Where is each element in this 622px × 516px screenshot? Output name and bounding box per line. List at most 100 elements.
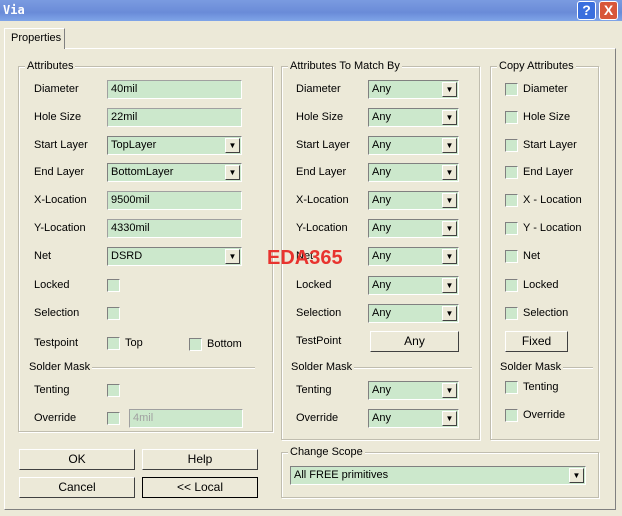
override-checkbox[interactable]	[107, 412, 120, 425]
copy-checkbox[interactable]	[505, 222, 518, 235]
chevron-down-icon[interactable]: ▼	[442, 411, 457, 426]
copy-label: X - Location	[523, 194, 582, 206]
chevron-down-icon[interactable]: ▼	[442, 383, 457, 398]
chevron-down-icon[interactable]: ▼	[442, 193, 457, 208]
select-value: DSRD	[111, 250, 143, 262]
testpoint-bottom-checkbox[interactable]	[189, 338, 202, 351]
copy-tenting-checkbox[interactable]	[505, 381, 518, 394]
select-value: TopLayer	[111, 139, 157, 151]
match-select[interactable]: Any ▼	[368, 219, 459, 238]
match-label: Locked	[296, 279, 332, 291]
copy-override-label: Override	[523, 409, 566, 421]
separator	[92, 367, 255, 369]
attr-checkbox[interactable]	[107, 307, 120, 320]
chevron-down-icon[interactable]: ▼	[225, 165, 240, 180]
watermark: EDA365	[267, 247, 343, 269]
match-select[interactable]: Any ▼	[368, 191, 459, 210]
copy-override-checkbox[interactable]	[505, 409, 518, 422]
chevron-down-icon[interactable]: ▼	[442, 278, 457, 293]
match-select[interactable]: Any ▼	[368, 163, 459, 182]
solder-mask-label: Solder Mask	[29, 361, 91, 373]
copy-label: Start Layer	[523, 139, 577, 151]
attr-label: Start Layer	[34, 139, 88, 151]
chevron-down-icon[interactable]: ▼	[442, 138, 457, 153]
select-value: All FREE primitives	[294, 469, 389, 481]
copy-checkbox[interactable]	[505, 307, 518, 320]
chevron-down-icon[interactable]: ▼	[442, 110, 457, 125]
help-button[interactable]: Help	[142, 449, 258, 470]
match-override-label: Override	[296, 412, 339, 424]
attr-field[interactable]: 4330mil	[107, 219, 242, 238]
separator	[563, 367, 593, 369]
ok-button[interactable]: OK	[19, 449, 135, 470]
chevron-down-icon[interactable]: ▼	[442, 82, 457, 97]
select-value: Any	[372, 222, 391, 234]
match-select[interactable]: Any ▼	[368, 136, 459, 155]
separator	[354, 367, 472, 369]
match-select[interactable]: Any ▼	[368, 247, 459, 266]
attr-label: Locked	[34, 279, 70, 291]
match-tenting-select[interactable]: Any ▼	[368, 381, 459, 400]
chevron-down-icon[interactable]: ▼	[442, 249, 457, 264]
attr-field[interactable]: 40mil	[107, 80, 242, 99]
tab-properties[interactable]: Properties	[4, 28, 65, 49]
select-value: BottomLayer	[111, 166, 174, 178]
copy-label: Y - Location	[523, 222, 582, 234]
match-select[interactable]: Any ▼	[368, 304, 459, 323]
chevron-down-icon[interactable]: ▼	[225, 138, 240, 153]
copy-checkbox[interactable]	[505, 111, 518, 124]
chevron-down-icon[interactable]: ▼	[225, 249, 240, 264]
copy-label: End Layer	[523, 166, 574, 178]
override-value-field[interactable]: 4mil	[129, 409, 243, 428]
tenting-checkbox[interactable]	[107, 384, 120, 397]
match-label: Selection	[296, 307, 342, 319]
match-select[interactable]: Any ▼	[368, 276, 459, 295]
match-select[interactable]: Any ▼	[368, 108, 459, 127]
match-label: End Layer	[296, 166, 347, 178]
fixed-button[interactable]: Fixed	[505, 331, 568, 352]
override-label: Override	[34, 412, 77, 424]
change-scope-select[interactable]: All FREE primitives ▼	[290, 466, 586, 485]
match-override-select[interactable]: Any ▼	[368, 409, 459, 428]
copy-checkbox[interactable]	[505, 83, 518, 96]
match-select[interactable]: Any ▼	[368, 80, 459, 99]
match-label: Hole Size	[296, 111, 344, 123]
local-button[interactable]: << Local	[142, 477, 258, 498]
attr-label: Y-Location	[34, 222, 86, 234]
attr-label: Selection	[34, 307, 80, 319]
title-bar	[0, 0, 622, 21]
match-testpoint-button[interactable]: Any	[370, 331, 459, 352]
attr-select[interactable]: DSRD ▼	[107, 247, 242, 266]
help-title-button[interactable]: ?	[577, 1, 596, 20]
chevron-down-icon[interactable]: ▼	[442, 221, 457, 236]
copy-checkbox[interactable]	[505, 250, 518, 263]
chevron-down-icon[interactable]: ▼	[442, 165, 457, 180]
attr-field[interactable]: 22mil	[107, 108, 242, 127]
match-label: Start Layer	[296, 139, 350, 151]
copy-checkbox[interactable]	[505, 166, 518, 179]
match-tenting-label: Tenting	[296, 384, 332, 396]
testpoint-top-checkbox[interactable]	[107, 337, 120, 350]
copy-checkbox[interactable]	[505, 194, 518, 207]
chevron-down-icon[interactable]: ▼	[569, 468, 584, 483]
cancel-button[interactable]: Cancel	[19, 477, 135, 498]
match-title: Attributes To Match By	[288, 60, 402, 72]
match-testpoint-label: TestPoint	[296, 335, 342, 347]
attr-select[interactable]: BottomLayer ▼	[107, 163, 242, 182]
attr-checkbox[interactable]	[107, 279, 120, 292]
select-value: Any	[372, 250, 391, 262]
select-value: Any	[372, 166, 391, 178]
attr-field[interactable]: 9500mil	[107, 191, 242, 210]
attr-select[interactable]: TopLayer ▼	[107, 136, 242, 155]
copy-checkbox[interactable]	[505, 279, 518, 292]
attr-label: X-Location	[34, 194, 87, 206]
window-title: Via	[3, 3, 25, 17]
attr-label: Hole Size	[34, 111, 82, 123]
select-value: Any	[372, 412, 391, 424]
close-button[interactable]: X	[599, 1, 618, 20]
chevron-down-icon[interactable]: ▼	[442, 306, 457, 321]
copy-title: Copy Attributes	[497, 60, 576, 72]
copy-checkbox[interactable]	[505, 139, 518, 152]
copy-tenting-label: Tenting	[523, 381, 559, 393]
copy-label: Locked	[523, 279, 559, 291]
